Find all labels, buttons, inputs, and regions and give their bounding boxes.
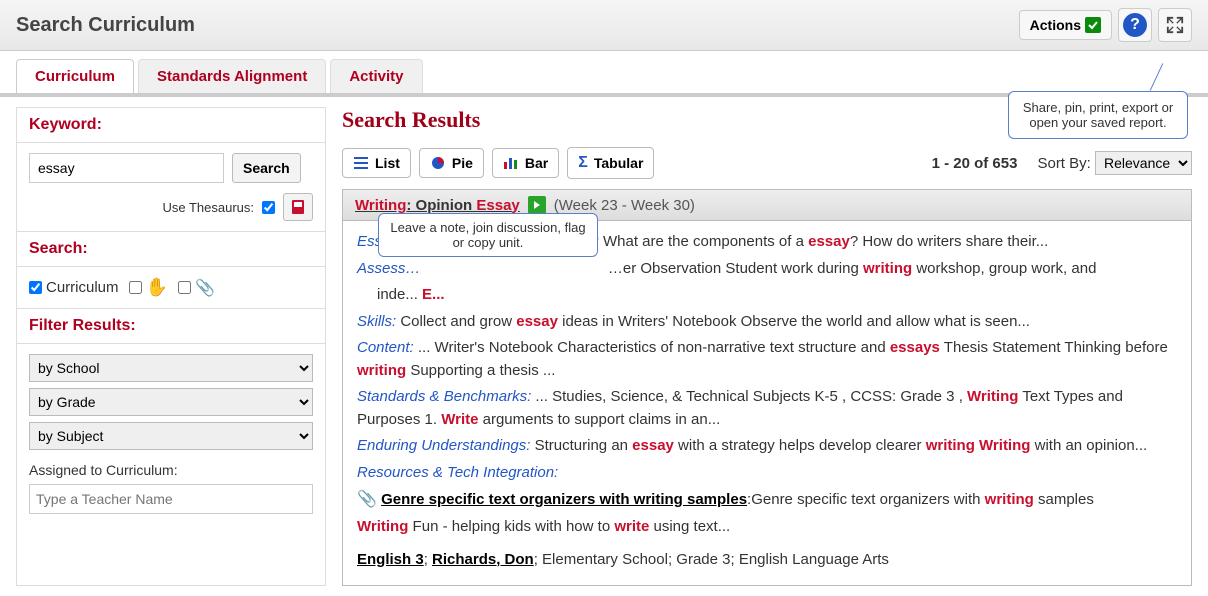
content-text: ... Writer's Notebook Characteristics of… <box>357 339 1168 379</box>
hand-icon: ✋ <box>146 277 168 298</box>
unit-actions-tooltip: Leave a note, join discussion, flag or c… <box>378 213 598 257</box>
assess-label: Assess… <box>357 260 420 277</box>
result-count: 1 - 20 of 653 <box>932 155 1018 172</box>
actions-tooltip: Share, pin, print, export or open your s… <box>1008 91 1188 139</box>
tab-curriculum[interactable]: Curriculum <box>16 59 134 93</box>
keyword-heading: Keyword: <box>17 108 325 143</box>
filter-school[interactable]: by School <box>29 354 313 382</box>
scope-activity[interactable]: ✋ <box>129 277 168 298</box>
scope-curriculum-label: Curriculum <box>46 279 119 296</box>
pie-icon <box>430 155 446 171</box>
view-tab-label: Tabular <box>594 155 644 171</box>
skills-text: Collect and grow essay ideas in Writers'… <box>396 313 1030 330</box>
unit-actions-button[interactable] <box>528 196 546 214</box>
scope-activity-checkbox[interactable] <box>129 281 142 294</box>
help-button[interactable]: ? <box>1118 8 1152 42</box>
sep1: ; <box>424 551 432 568</box>
content-label: Content: <box>357 339 414 356</box>
scope-curriculum[interactable]: Curriculum <box>29 279 119 296</box>
scope-attachment[interactable]: 📎 <box>178 278 215 298</box>
result-title-link[interactable]: Writing: Opinion Essay <box>355 197 520 214</box>
assess-text: xxxxxxxxxxxxxxxxxxxxxxxxx…er Observation… <box>420 260 1096 277</box>
tab-activity[interactable]: Activity <box>330 59 422 93</box>
eu-text: Structuring an essay with a strategy hel… <box>530 437 1147 454</box>
bar-icon <box>503 156 519 170</box>
attachment-icon: 📎 <box>357 491 377 508</box>
view-pie-button[interactable]: Pie <box>419 148 484 178</box>
teacher-input[interactable] <box>29 484 313 514</box>
actions-label: Actions <box>1030 17 1081 33</box>
sidebar: Keyword: Search Use Thesaurus: Search: <box>16 107 326 586</box>
eu-label: Enduring Understandings: <box>357 437 530 454</box>
expand-icon <box>1166 16 1184 34</box>
actions-button[interactable]: Actions <box>1019 10 1112 40</box>
thesaurus-checkbox[interactable] <box>262 201 275 214</box>
view-list-button[interactable]: List <box>342 148 411 178</box>
thesaurus-button[interactable] <box>283 193 313 221</box>
sortby-label: Sort By: <box>1037 155 1090 172</box>
arrow-right-icon <box>532 200 542 210</box>
sortby-select[interactable]: Relevance <box>1095 151 1192 175</box>
scope-curriculum-checkbox[interactable] <box>29 281 42 294</box>
footer-rest: ; Elementary School; Grade 3; English La… <box>534 551 889 568</box>
view-bar-label: Bar <box>525 155 548 171</box>
book-icon <box>289 198 307 216</box>
thesaurus-label: Use Thesaurus: <box>162 200 254 215</box>
view-pie-label: Pie <box>452 155 473 171</box>
list-icon <box>353 156 369 170</box>
search-heading: Search: <box>17 232 325 267</box>
filter-grade[interactable]: by Grade <box>29 388 313 416</box>
filter-heading: Filter Results: <box>17 309 325 344</box>
course-link[interactable]: English 3 <box>357 551 424 568</box>
help-icon: ? <box>1123 13 1147 37</box>
tab-standards[interactable]: Standards Alignment <box>138 59 326 93</box>
genre-text: :Genre specific text organizers with wri… <box>747 491 1094 508</box>
page-title: Search Curriculum <box>16 14 195 37</box>
search-button[interactable]: Search <box>232 153 301 183</box>
sigma-icon: Σ <box>578 154 588 172</box>
fullscreen-button[interactable] <box>1158 8 1192 42</box>
result-title-kw: Essay <box>476 197 519 214</box>
check-icon <box>1085 17 1101 33</box>
view-tabular-button[interactable]: Σ Tabular <box>567 147 654 179</box>
teacher-link[interactable]: Richards, Don <box>432 551 534 568</box>
keyword-input[interactable] <box>29 153 224 183</box>
sb-label: Standards & Benchmarks: <box>357 388 531 405</box>
filter-subject[interactable]: by Subject <box>29 422 313 450</box>
view-bar-button[interactable]: Bar <box>492 148 559 178</box>
result-title-mid: : Opinion <box>406 197 476 214</box>
genre-link[interactable]: Genre specific text organizers with writ… <box>381 491 747 508</box>
assigned-label: Assigned to Curriculum: <box>29 462 313 478</box>
rti-label: Resources & Tech Integration: <box>357 464 558 481</box>
skills-label: Skills: <box>357 313 396 330</box>
assess-line2: inde... E... <box>377 286 445 303</box>
result-title-pre: Writing <box>355 197 406 214</box>
view-list-label: List <box>375 155 400 171</box>
paperclip-icon: 📎 <box>195 278 215 298</box>
week-range: (Week 23 - Week 30) <box>554 197 695 214</box>
scope-attachment-checkbox[interactable] <box>178 281 191 294</box>
wf-text: Writing Fun - helping kids with how to w… <box>357 518 730 535</box>
